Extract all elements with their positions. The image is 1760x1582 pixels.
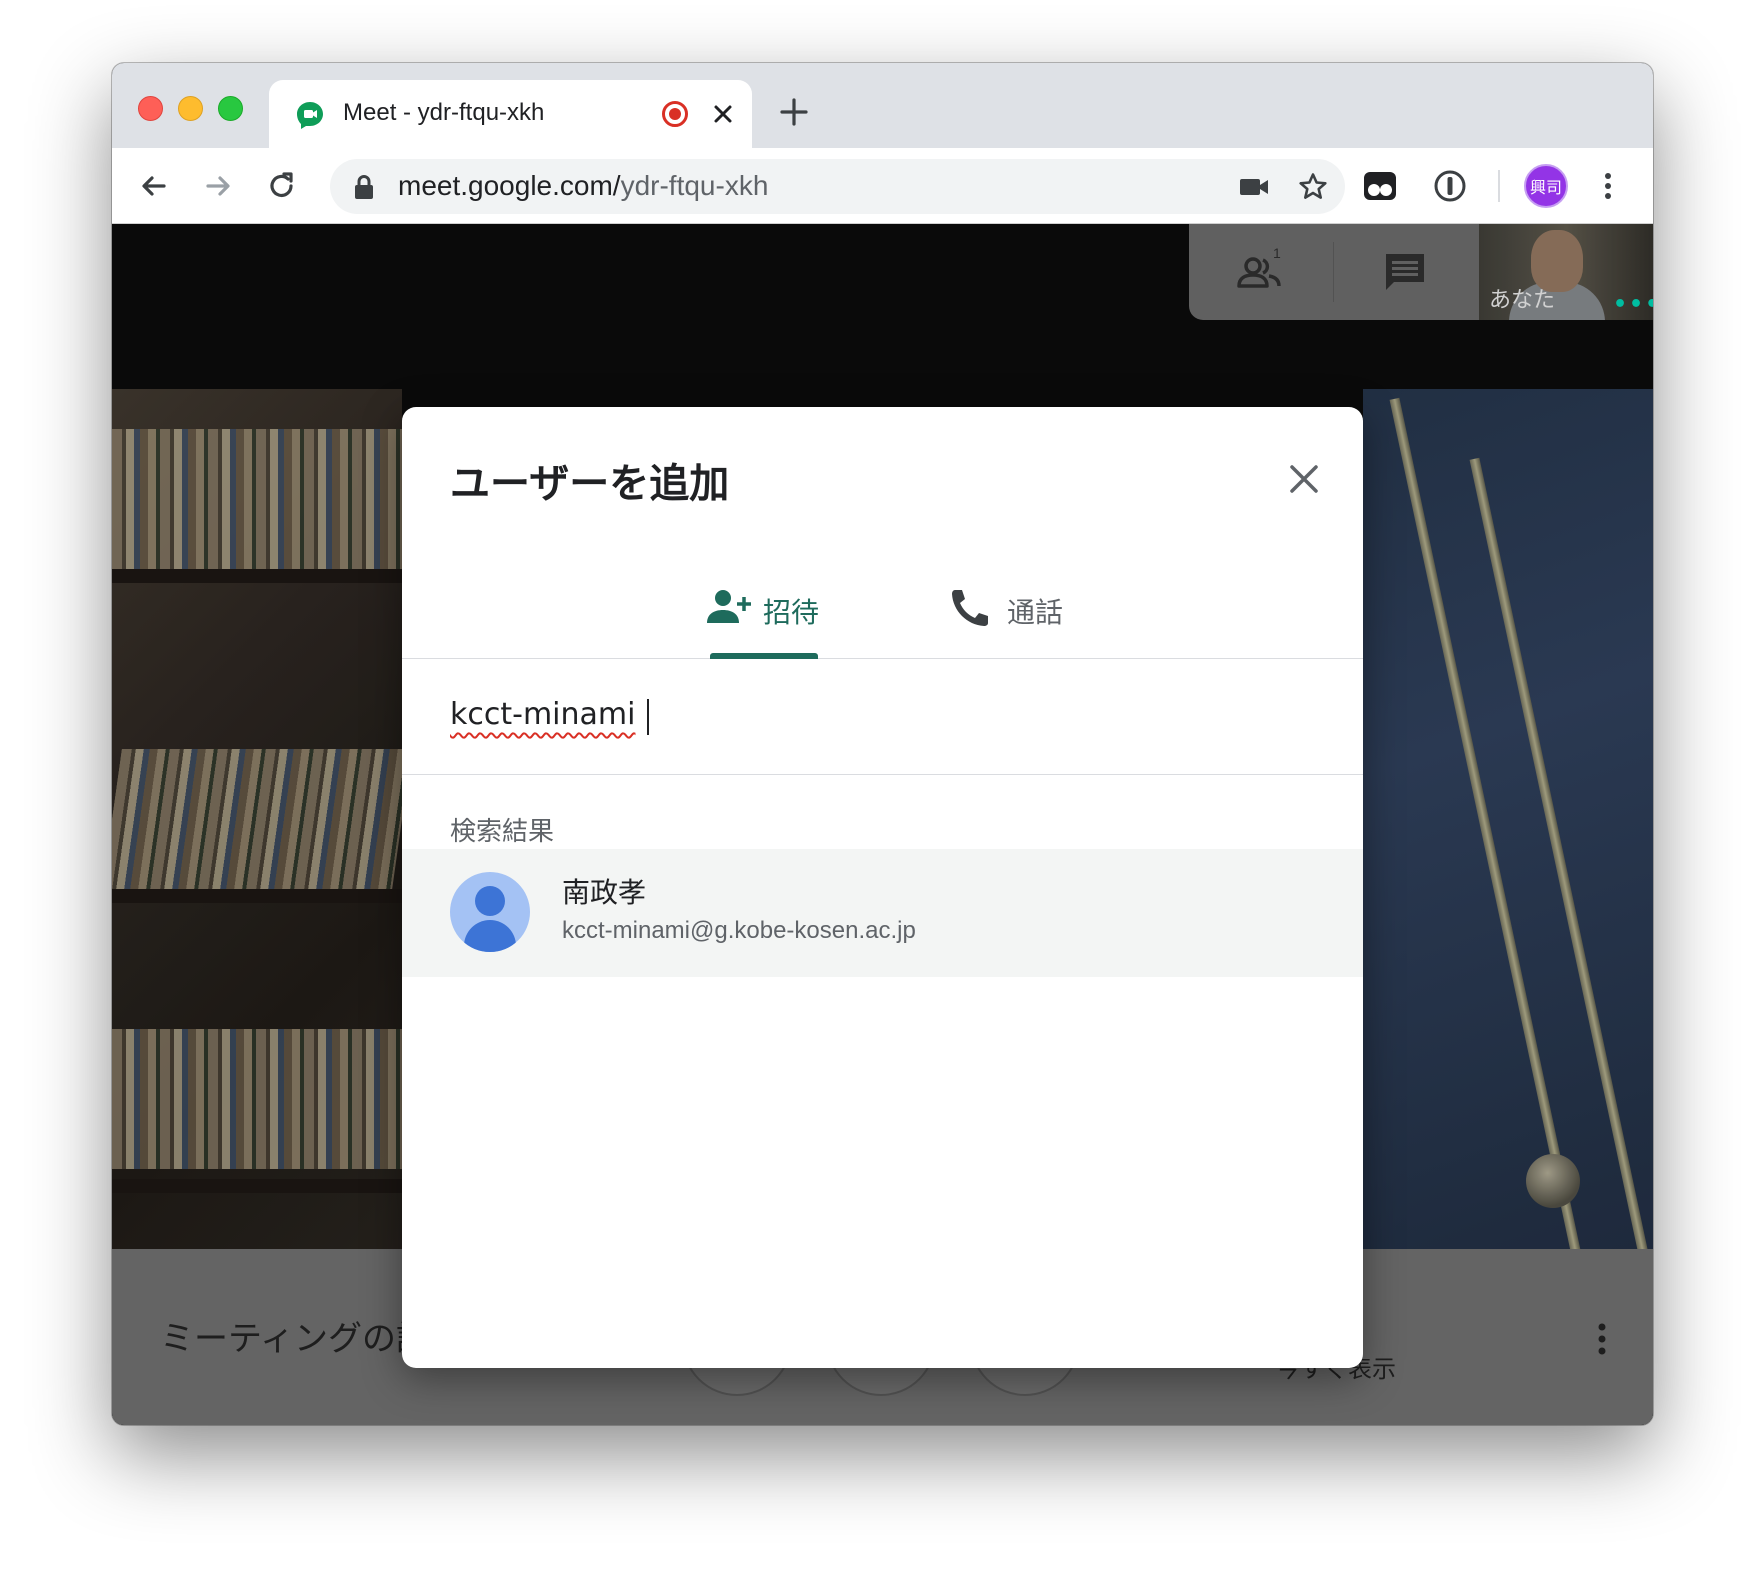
tab-title: Meet - ydr-ftqu-xkh	[343, 99, 545, 126]
avatar-body	[464, 920, 516, 952]
tab-strip: Meet - ydr-ftqu-xkh	[112, 63, 1653, 148]
forward-arrow-icon[interactable]	[198, 166, 238, 206]
tab-call[interactable]: 通話	[947, 579, 1067, 659]
bookmark-star-icon[interactable]	[1297, 171, 1329, 203]
tab-call-label: 通話	[1007, 596, 1064, 629]
meet-favicon-icon	[297, 102, 323, 129]
result-email: kcct-minami@g.kobe-kosen.ac.jp	[562, 917, 916, 944]
person-add-icon	[707, 590, 751, 623]
password-manager-icon[interactable]	[1432, 168, 1468, 204]
browser-toolbar: meet.google.com/ydr-ftqu-xkh 興司	[112, 148, 1653, 224]
tab-invite-label: 招待	[763, 596, 820, 629]
tab-close-icon[interactable]	[709, 100, 737, 128]
profile-avatar[interactable]: 興司	[1524, 164, 1568, 208]
zoom-window-button[interactable]	[218, 96, 243, 121]
minimize-window-button[interactable]	[178, 96, 203, 121]
tab-invite[interactable]: 招待	[705, 579, 825, 659]
close-window-button[interactable]	[138, 96, 163, 121]
search-results-label: 検索結果	[450, 817, 555, 847]
search-result-item[interactable]: 南政孝 kcct-minami@g.kobe-kosen.ac.jp	[402, 849, 1363, 977]
avatar	[450, 872, 530, 952]
avatar-head	[475, 886, 505, 916]
browser-menu-icon[interactable]	[1590, 168, 1626, 204]
toolbar-separator	[1498, 170, 1500, 202]
meet-content: 1 あなた ••• ミーティングの詳細	[112, 224, 1653, 1425]
url-host: meet.google.com/	[398, 170, 621, 201]
back-arrow-icon[interactable]	[134, 166, 174, 206]
camera-in-use-icon[interactable]	[1238, 173, 1270, 201]
recording-indicator-icon	[662, 101, 688, 127]
dialog-close-icon[interactable]	[1284, 459, 1324, 499]
search-row: kcct-minami	[402, 659, 1363, 775]
address-bar[interactable]: meet.google.com/ydr-ftqu-xkh	[330, 159, 1345, 214]
browser-window: Meet - ydr-ftqu-xkh meet.google.com/ydr-…	[112, 63, 1653, 1425]
search-input[interactable]: kcct-minami	[450, 697, 635, 732]
browser-tab-meet[interactable]: Meet - ydr-ftqu-xkh	[269, 80, 752, 148]
extension-glasses-icon[interactable]	[1362, 168, 1398, 204]
add-people-dialog: ユーザーを追加 招待 通話 kcct-minami 検索結果 南政孝 kcct-…	[402, 407, 1363, 1368]
dialog-tabs: 招待 通話	[402, 567, 1363, 659]
url-path: ydr-ftqu-xkh	[620, 170, 769, 201]
search-input-value: kcct-minami	[450, 697, 636, 732]
dialog-title: ユーザーを追加	[450, 461, 730, 507]
text-caret	[647, 699, 649, 735]
phone-icon	[952, 590, 988, 626]
new-tab-icon[interactable]	[778, 96, 810, 128]
lock-icon[interactable]	[352, 174, 376, 200]
url-text[interactable]: meet.google.com/ydr-ftqu-xkh	[398, 170, 768, 202]
result-name: 南政孝	[562, 876, 647, 909]
reload-icon[interactable]	[262, 166, 302, 206]
